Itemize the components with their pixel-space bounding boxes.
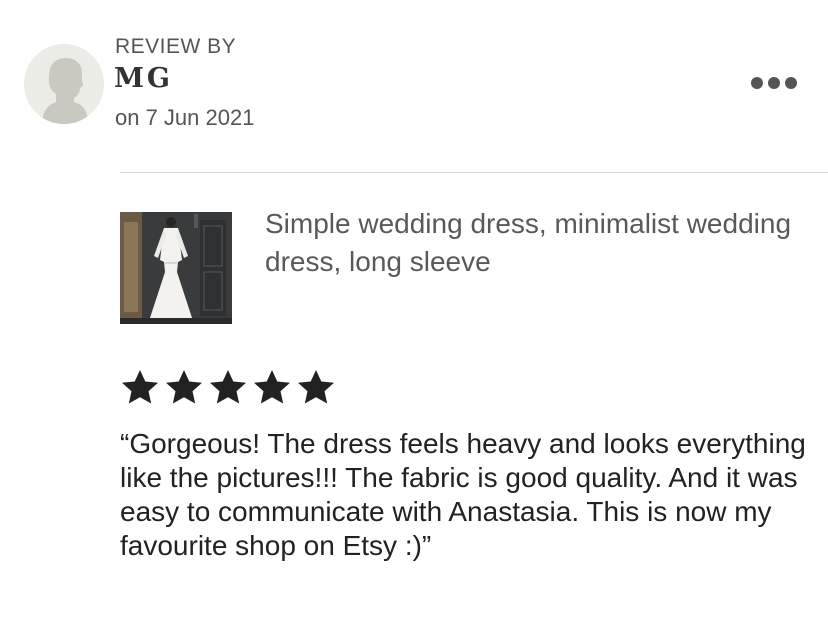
wedding-dress-photo: [120, 212, 232, 324]
more-options-icon-dot: [785, 77, 797, 89]
product-thumbnail[interactable]: [120, 212, 232, 324]
review-by-label: REVIEW BY: [115, 35, 237, 58]
star-icon: [254, 370, 290, 404]
star-rating: [120, 368, 336, 406]
star-icon: [298, 370, 334, 404]
more-options-icon: [751, 77, 763, 89]
star-icon: [210, 370, 246, 404]
product-title-link[interactable]: Simple wedding dress, minimalist wedding…: [265, 205, 805, 281]
more-options-icon-dot: [768, 77, 780, 89]
default-user-avatar-icon: [24, 44, 104, 124]
review-text: “Gorgeous! The dress feels heavy and loo…: [120, 428, 806, 561]
star-icon: [166, 370, 202, 404]
reviewer-avatar[interactable]: [24, 44, 104, 124]
star-icon: [122, 370, 158, 404]
more-options-button[interactable]: [744, 68, 804, 98]
review-date: on 7 Jun 2021: [115, 105, 255, 130]
reviewer-name[interactable]: MG: [114, 63, 173, 94]
divider: [120, 172, 828, 173]
